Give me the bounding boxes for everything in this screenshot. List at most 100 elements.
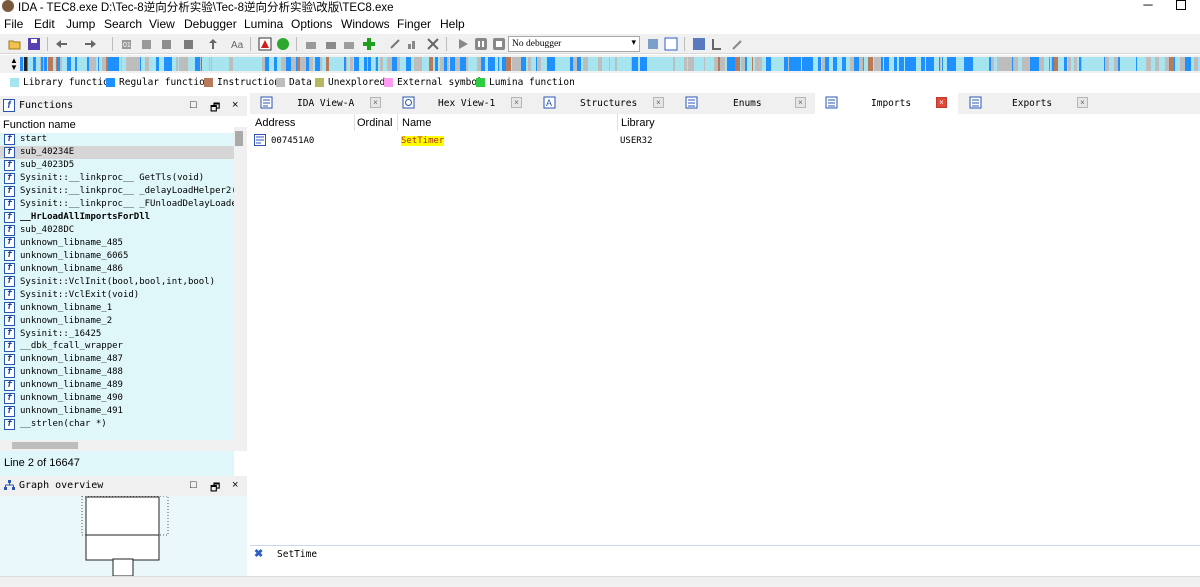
graph-icon[interactable] [258,37,272,51]
function-list-item[interactable]: f unknown_libname_1 [0,301,234,314]
hierarchy-icon[interactable] [710,37,724,51]
tab-structures[interactable]: A Structures × [527,93,672,114]
menu-jump[interactable]: Jump [66,17,95,31]
column-header-name[interactable]: Name [402,117,431,129]
function-list-item[interactable]: f __HrLoadAllImportsForDll [0,211,234,224]
function-list-item[interactable]: f unknown_libname_2 [0,314,234,327]
column-header-ordinal[interactable]: Ordinal [357,117,392,129]
function-list-item[interactable]: f __strlen(char *) [0,418,234,431]
close-tab-icon[interactable]: × [511,97,522,108]
menu-search[interactable]: Search [104,17,142,31]
column-divider[interactable] [354,114,355,131]
function-list-item[interactable]: f Sysinit::_16425 [0,327,234,340]
nav-segment [562,57,565,71]
struct-icon[interactable] [182,37,196,51]
close-tab-icon[interactable]: × [936,97,947,108]
undo-icon[interactable] [206,37,220,51]
open-icon[interactable] [8,37,22,51]
function-list-item[interactable]: f Sysinit::__linkproc__ _FUnloadDelayLoad… [0,198,234,211]
chart-icon[interactable] [406,37,420,51]
function-list-item[interactable]: f unknown_libname_490 [0,392,234,405]
function-list-item[interactable]: f Sysinit::VclInit(bool,bool,int,bool) [0,275,234,288]
quick-filter-input[interactable]: SetTime [277,549,317,560]
breakpoint-icon[interactable] [304,37,318,51]
tab-hex-view-1[interactable]: Hex View-1 × [385,93,527,114]
function-list-item[interactable]: f sub_4023D5 [0,159,234,172]
function-list-item[interactable]: f unknown_libname_486 [0,262,234,275]
column-header-library[interactable]: Library [621,117,655,129]
code-icon[interactable] [140,37,154,51]
tab-ida-view-a[interactable]: IDA View-A × [250,93,385,114]
menu-options[interactable]: Options [291,17,332,31]
tab-exports[interactable]: Exports × [958,93,1103,114]
tab-imports[interactable]: Imports × [815,93,958,114]
broom-icon[interactable] [730,37,744,51]
restore-panel-button[interactable]: □ [190,99,197,111]
back-icon[interactable] [54,37,68,51]
tab-enums[interactable]: Enums × [672,93,815,114]
menu-windows[interactable]: Windows [341,17,390,31]
scrollbar-thumb[interactable] [235,131,243,146]
function-list-item[interactable]: f unknown_libname_487 [0,353,234,366]
menu-edit[interactable]: Edit [34,17,55,31]
debugger-select[interactable]: No debugger ▾ [508,36,640,52]
function-name-column-header[interactable]: Function name [0,116,247,132]
close-panel-button[interactable]: × [232,479,238,491]
pause-icon[interactable] [474,37,488,51]
add-icon[interactable] [362,37,376,51]
menu-file[interactable]: File [4,17,23,31]
function-list-item[interactable]: f start [0,133,234,146]
close-filter-icon[interactable]: ✖ [254,547,263,560]
step-icon[interactable] [342,37,356,51]
function-list-item[interactable]: f Sysinit::__linkproc__ GetTls(void) [0,172,234,185]
menu-view[interactable]: View [149,17,175,31]
close-tab-icon[interactable]: × [370,97,381,108]
save-icon[interactable] [27,37,41,51]
font-icon[interactable]: Aa [230,37,244,51]
run-icon[interactable] [276,37,290,51]
pin-icon[interactable] [388,37,402,51]
function-list-item[interactable]: f Sysinit::VclExit(void) [0,288,234,301]
close-panel-button[interactable]: × [232,99,238,111]
attach-icon[interactable] [324,37,338,51]
function-list-item[interactable]: f unknown_libname_6065 [0,249,234,262]
graph-overview-area[interactable] [0,496,247,587]
binary-icon[interactable]: 01 [120,37,134,51]
column-divider[interactable] [397,114,398,131]
close-icon[interactable] [426,37,440,51]
tree-icon[interactable] [692,37,706,51]
function-list-horizontal-scrollbar[interactable] [0,440,247,451]
function-list-item[interactable]: f __dbk_fcall_wrapper [0,340,234,353]
data-icon[interactable] [160,37,174,51]
function-list-item[interactable]: f Sysinit::__linkproc__ _delayLoadHelper2… [0,185,234,198]
play-icon[interactable] [456,37,470,51]
restore-panel-button[interactable]: □ [190,479,197,491]
function-list-item[interactable]: f unknown_libname_485 [0,237,234,250]
navigation-strip[interactable] [20,57,1200,71]
menu-lumina[interactable]: Lumina [244,17,283,31]
function-list-item[interactable]: f unknown_libname_488 [0,366,234,379]
forward-icon[interactable] [84,37,98,51]
column-header-address[interactable]: Address [255,117,295,129]
function-list-vertical-scrollbar[interactable] [234,127,247,440]
function-list-item[interactable]: f unknown_libname_489 [0,379,234,392]
menu-help[interactable]: Help [440,17,465,31]
function-list-item[interactable]: f unknown_libname_491 [0,405,234,418]
refresh-icon[interactable] [646,37,660,51]
function-list-item[interactable]: f sub_4028DC [0,224,234,237]
menu-debugger[interactable]: Debugger [184,17,237,31]
column-divider[interactable] [617,114,618,131]
nav-down-icon[interactable]: ▼ [10,64,18,72]
nav-segment [593,57,596,71]
function-list-item[interactable]: f sub_40234E [0,145,234,159]
close-tab-icon[interactable]: × [653,97,664,108]
maximize-button[interactable] [1176,0,1186,10]
close-tab-icon[interactable]: × [1077,97,1088,108]
close-tab-icon[interactable]: × [795,97,806,108]
stop-icon[interactable] [492,37,506,51]
minimize-button[interactable]: ─ [1138,0,1158,12]
nav-arrows[interactable]: ▲ ▼ [10,57,18,72]
list-icon[interactable] [664,37,678,51]
menu-finger[interactable]: Finger [397,17,431,31]
scrollbar-thumb[interactable] [12,442,78,449]
